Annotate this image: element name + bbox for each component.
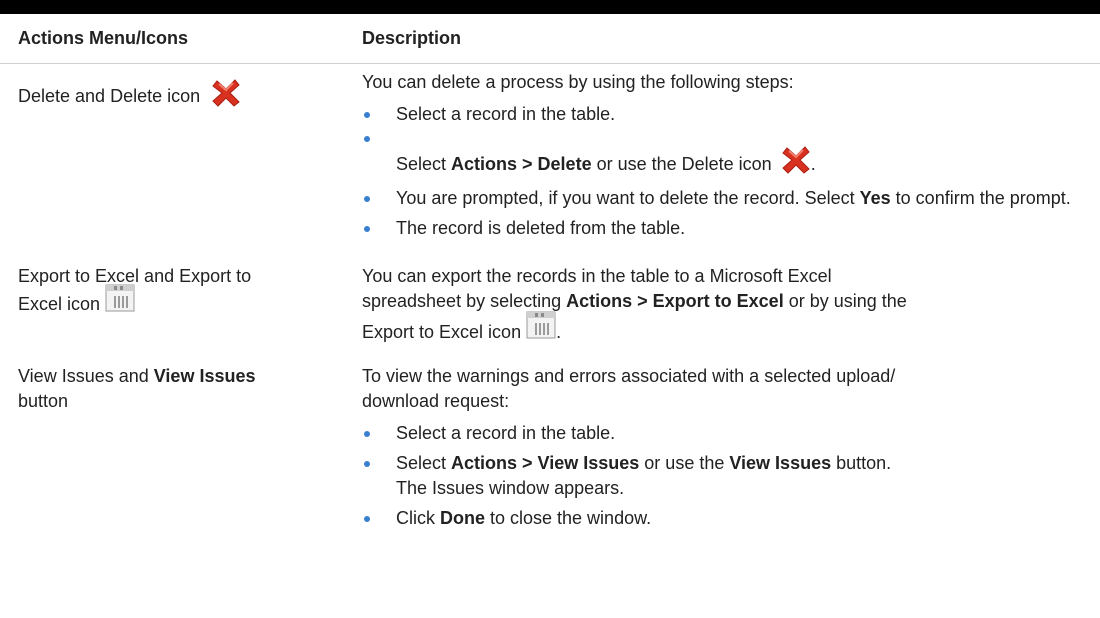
list-item: Select Actions > Delete or use the Delet… [362, 132, 1092, 176]
delete-x-icon [781, 146, 810, 174]
view-issues-intro: To view the warnings and errors associat… [362, 366, 896, 411]
excel-export-icon[interactable] [105, 284, 135, 312]
bullet-dot [364, 136, 370, 142]
bullet-dot [364, 431, 370, 437]
action-cell-export: Export to Excel and Export to Excel icon [0, 258, 362, 358]
action-label-export-line2: Excel icon [18, 294, 101, 314]
list-item: Select Actions > View Issues or use the … [362, 451, 1092, 501]
action-label-view-issues-line2: button [18, 391, 69, 411]
list-item: You are prompted, if you want to delete … [362, 186, 1086, 211]
bullet-dot [364, 196, 370, 202]
action-cell-delete: Delete and Delete icon [0, 64, 362, 258]
step-text: to confirm the prompt. [890, 188, 1071, 208]
delete-intro: You can delete a process by using the fo… [362, 72, 794, 92]
export-description-line3: Export to Excel icon [362, 322, 522, 342]
header-description: Description [362, 28, 462, 48]
step-text: to close the window. [485, 508, 652, 528]
done-button-name: Done [440, 508, 485, 528]
step-text: button. [831, 453, 892, 473]
export-description: You can export the records in the table … [362, 266, 907, 311]
menu-path: Actions > Delete [451, 154, 592, 174]
description-cell-export: You can export the records in the table … [362, 258, 1100, 358]
view-issues-button-name: View Issues [729, 453, 832, 473]
step-text: Select [396, 453, 452, 473]
description-cell-view-issues: To view the warnings and errors associat… [362, 358, 1100, 558]
top-rule [0, 0, 1100, 14]
step-text: or use the Delete icon [591, 154, 772, 174]
header-actions: Actions Menu/Icons [18, 28, 189, 48]
step-text: The record is deleted from the table. [396, 218, 686, 238]
list-item: Select a record in the table. [362, 102, 1092, 132]
bullet-dot [364, 516, 370, 522]
list-item: Select a record in the table. [362, 421, 1092, 446]
table-row-export: Export to Excel and Export to Excel icon… [0, 258, 1100, 358]
action-label-delete: Delete and Delete icon [18, 86, 201, 106]
table-header: Actions Menu/Icons Description [0, 14, 1100, 64]
step-text: Click [396, 508, 440, 528]
step-text: Select a record in the table. [396, 423, 616, 443]
view-issues-button-name: View Issues [153, 366, 256, 386]
bullet-dot [364, 461, 370, 467]
menu-path: Actions > View Issues [451, 453, 640, 473]
step-text: Select a record in the table. [396, 104, 616, 124]
step-text: or use the [639, 453, 730, 473]
bullet-dot [364, 226, 370, 232]
step-text: . [810, 154, 816, 174]
actions-table: Actions Menu/Icons Description Delete an… [0, 14, 1100, 558]
list-item: Click Done to close the window. [362, 506, 1092, 531]
bullet-dot [364, 112, 370, 118]
option-yes: Yes [859, 188, 891, 208]
list-item: The record is deleted from the table. [362, 216, 1092, 241]
description-cell-delete: You can delete a process by using the fo… [362, 64, 1100, 258]
step-text: Select [396, 154, 452, 174]
table-row-delete: Delete and Delete icon You can delete a … [0, 64, 1100, 258]
table-row-view-issues: View Issues and View Issues button To vi… [0, 358, 1100, 558]
action-label-view-issues: View Issues and [18, 366, 154, 386]
menu-path: Actions > Export to Excel [566, 291, 784, 311]
delete-x-icon[interactable] [211, 77, 241, 107]
step-text: You are prompted, if you want to delete … [396, 188, 860, 208]
step-text: The Issues window appears. [396, 478, 625, 498]
action-cell-view-issues: View Issues and View Issues button [0, 358, 362, 558]
excel-export-icon [526, 311, 556, 339]
